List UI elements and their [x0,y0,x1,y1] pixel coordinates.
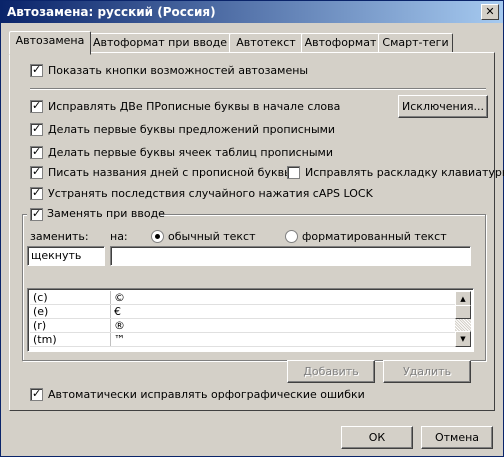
delete-button[interactable]: Удалить [383,360,471,383]
scroll-thumb[interactable] [455,305,471,319]
tab-autoformat-as-you-type[interactable]: Автоформат при вводе [89,33,231,54]
scroll-down-icon[interactable]: ▼ [455,331,471,347]
list-item-from: (c) [33,291,48,304]
replace-as-type-label: Заменять при вводе [47,207,165,220]
capitalize-sentences-label: Делать первые буквы предложений прописны… [48,123,336,136]
row-divider [30,346,466,347]
show-buttons-checkbox[interactable]: ✓ [30,63,43,77]
check-icon: ✓ [32,99,42,112]
column-divider [110,333,111,347]
auto-spelling-label: Автоматически исправлять орфографические… [48,388,365,401]
check-icon: ✓ [32,186,42,199]
check-icon: ✓ [32,63,42,76]
list-item[interactable]: (r) ® [30,319,466,333]
list-item[interactable]: (e) € [30,305,466,319]
column-divider [110,291,111,305]
list-item-to: € [114,305,121,318]
fix-keyboard-layout-checkbox[interactable] [287,166,300,179]
check-icon: ✓ [32,122,42,135]
add-button[interactable]: Добавить [287,360,375,383]
list-item-to: ™ [114,333,125,346]
autocorrect-dialog: Автозамена: русский (Россия) ✕ Автозамен… [0,0,504,457]
autocorrect-panel: ✓ Показать кнопки возможностей автозамен… [9,52,504,411]
replace-label: заменить: [30,230,89,243]
with-input[interactable] [110,246,471,266]
two-initial-caps-label: Исправлять ДВе ПРописные буквы в начале … [48,100,341,113]
list-item-from: (tm) [33,333,57,346]
window-title: Автозамена: русский (Россия) [7,5,216,19]
list-scrollbar[interactable]: ▲ ▼ [455,291,471,347]
with-label: на: [110,230,128,243]
plain-text-label: обычный текст [168,230,256,243]
column-divider [110,305,111,319]
check-icon: ✓ [32,145,42,158]
cancel-button[interactable]: Отмена [421,426,493,449]
close-button[interactable]: ✕ [481,4,499,20]
list-item-to: © [114,291,125,304]
auto-spelling-checkbox[interactable]: ✓ [30,387,43,401]
capitalize-days-checkbox[interactable]: ✓ [30,165,43,179]
check-icon: ✓ [32,207,42,220]
formatted-text-radio[interactable] [285,230,298,243]
caps-lock-checkbox[interactable]: ✓ [30,186,43,200]
check-icon: ✓ [32,387,42,400]
fix-keyboard-layout-label: Исправлять раскладку клавиатуры [305,166,504,179]
check-icon: ✓ [32,165,42,178]
list-item-from: (e) [33,305,49,318]
list-item-to: ® [114,319,125,332]
separator [30,88,486,90]
tab-smart-tags[interactable]: Смарт-теги [378,33,453,54]
capitalize-days-label: Писать названия дней с прописной буквы [48,166,293,179]
list-item[interactable]: (c) © [30,291,466,305]
title-bar[interactable]: Автозамена: русский (Россия) ✕ [1,1,503,23]
two-initial-caps-checkbox[interactable]: ✓ [30,99,43,113]
capitalize-table-cells-label: Делать первые буквы ячеек таблиц прописн… [48,146,334,159]
caps-lock-label: Устранять последствия случайного нажатия… [48,187,373,200]
list-item[interactable]: (tm) ™ [30,333,466,347]
capitalize-sentences-checkbox[interactable]: ✓ [30,122,43,136]
tab-autocorrect[interactable]: Автозамена [9,31,91,55]
radio-selected-dot [155,234,160,239]
tab-autotext[interactable]: Автотекст [229,33,303,54]
exceptions-button[interactable]: Исключения... [398,95,488,118]
groupbox-caption: ✓ Заменять при вводе [27,207,165,221]
tab-autoformat[interactable]: Автоформат [301,33,380,54]
plain-text-radio[interactable] [151,230,164,243]
formatted-text-label: форматированный текст [302,230,447,243]
column-divider [110,319,111,333]
replace-input[interactable]: щекнуть [27,246,105,266]
ok-button[interactable]: ОК [341,426,413,449]
replacement-list[interactable]: (c) © (e) € (r) ® (tm) ™ ▲ ▼ [27,288,474,352]
show-buttons-label: Показать кнопки возможностей автозамены [48,64,309,77]
replace-as-type-checkbox[interactable]: ✓ [30,207,43,221]
capitalize-table-cells-checkbox[interactable]: ✓ [30,145,43,159]
list-item-from: (r) [33,319,47,332]
